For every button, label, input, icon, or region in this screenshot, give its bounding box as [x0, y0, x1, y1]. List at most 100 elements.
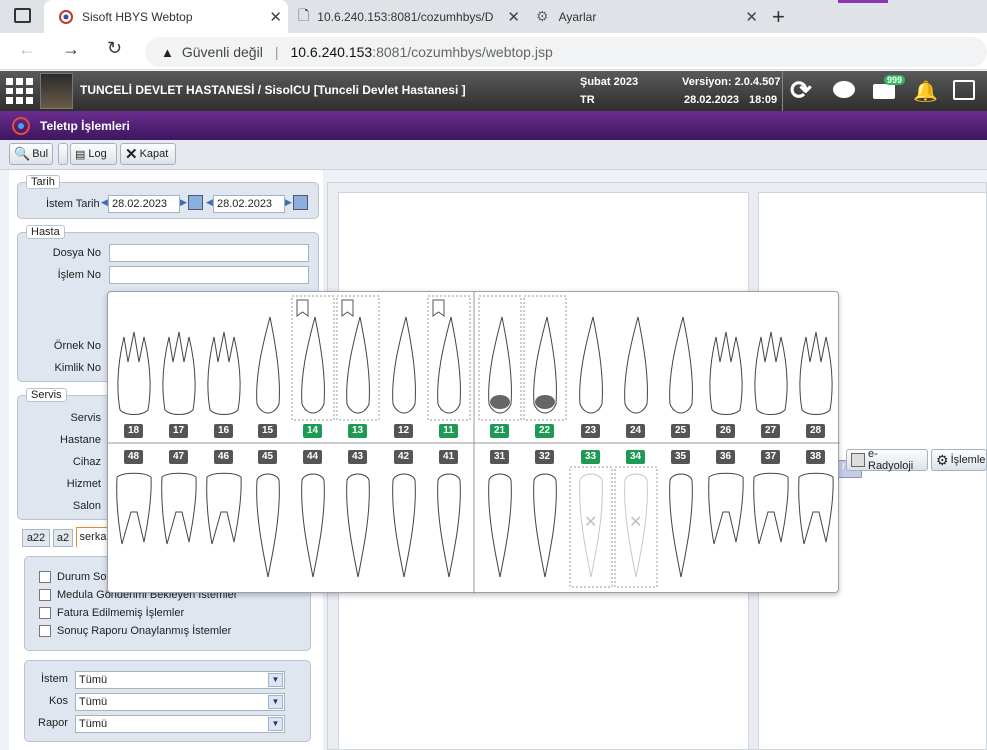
close-button[interactable]: ✕ Kapat	[120, 143, 176, 165]
checkbox[interactable]	[39, 607, 51, 620]
forward-icon[interactable]: →	[62, 39, 80, 60]
tab-a22[interactable]: a22	[22, 529, 50, 547]
browser-tab-settings[interactable]: ⚙ Ayarlar ✕	[528, 0, 764, 33]
tooth-36[interactable]	[708, 472, 744, 545]
tooth-number-24[interactable]: 24	[626, 424, 645, 438]
checkbox[interactable]	[39, 589, 51, 602]
close-icon[interactable]: ✕	[269, 8, 282, 26]
tooth-45[interactable]	[256, 473, 280, 578]
tooth-12[interactable]	[392, 316, 416, 414]
tooth-15[interactable]	[256, 316, 280, 414]
tooth-17[interactable]	[162, 331, 196, 415]
close-icon[interactable]: ✕	[507, 8, 520, 26]
close-icon[interactable]: ✕	[745, 8, 758, 26]
tooth-13[interactable]	[346, 316, 370, 414]
bookmark-add-icon[interactable]	[432, 299, 445, 317]
tooth-number-42[interactable]: 42	[394, 450, 413, 464]
next-date-icon[interactable]: ▶	[285, 197, 292, 208]
reload-icon[interactable]: ↻	[107, 38, 122, 59]
tooth-number-18[interactable]: 18	[124, 424, 143, 438]
tooth-number-16[interactable]: 16	[214, 424, 233, 438]
tooth-16[interactable]	[207, 331, 241, 415]
prev-date-icon[interactable]: ◀	[206, 197, 213, 208]
tooth-number-47[interactable]: 47	[169, 450, 188, 464]
tooth-27[interactable]	[754, 331, 788, 415]
tooth-number-44[interactable]: 44	[303, 450, 322, 464]
tooth-14[interactable]	[301, 316, 325, 414]
end-date-input[interactable]: 28.02.2023	[213, 195, 285, 213]
tooth-43[interactable]	[346, 473, 370, 578]
log-button[interactable]: ▤ Log	[70, 143, 117, 165]
istem-select[interactable]: Tümü ▼	[75, 671, 285, 689]
tab-a2[interactable]: a2	[53, 529, 73, 547]
find-button[interactable]: 🔍 Bul	[9, 143, 53, 165]
url-field[interactable]: ▲ Güvenli değil | 10.6.240.153:8081/cozu…	[145, 37, 987, 67]
tooth-31[interactable]	[488, 473, 512, 578]
tooth-number-41[interactable]: 41	[439, 450, 458, 464]
apps-grid-icon[interactable]	[6, 78, 34, 104]
islem-no-input[interactable]	[109, 266, 309, 284]
tooth-25[interactable]	[669, 316, 693, 414]
tooth-number-35[interactable]: 35	[671, 450, 690, 464]
tooth-number-48[interactable]: 48	[124, 450, 143, 464]
tooth-number-27[interactable]: 27	[761, 424, 780, 438]
back-icon[interactable]: ←	[18, 39, 36, 60]
bookmark-add-icon[interactable]	[341, 299, 354, 317]
calendar-icon[interactable]	[293, 195, 308, 210]
check-sonuc[interactable]: Sonuç Raporu Onaylanmış İstemler	[39, 625, 231, 643]
calendar-icon[interactable]	[188, 195, 203, 210]
tooth-47[interactable]	[161, 472, 197, 545]
tooth-35[interactable]	[669, 473, 693, 578]
tooth-37[interactable]	[753, 472, 789, 545]
avatar[interactable]	[40, 73, 73, 109]
tooth-number-11[interactable]: 11	[439, 424, 458, 438]
new-tab-button[interactable]: +	[772, 4, 785, 30]
tooth-32[interactable]	[533, 473, 557, 578]
start-date-input[interactable]: 28.02.2023	[108, 195, 180, 213]
chevron-down-icon[interactable]: ▼	[268, 695, 283, 709]
tooth-number-21[interactable]: 21	[490, 424, 509, 438]
rapor-select[interactable]: Tümü ▼	[75, 715, 285, 733]
kos-select[interactable]: Tümü ▼	[75, 693, 285, 711]
tooth-46[interactable]	[206, 472, 242, 545]
tooth-number-22[interactable]: 22	[535, 424, 554, 438]
tooth-18[interactable]	[117, 331, 151, 415]
tooth-number-26[interactable]: 26	[716, 424, 735, 438]
tooth-28[interactable]	[799, 331, 833, 415]
tooth-23[interactable]	[579, 316, 603, 414]
browser-tab-hbys[interactable]: Sisoft HBYS Webtop ✕	[44, 0, 288, 33]
tooth-44[interactable]	[301, 473, 325, 578]
tooth-number-34[interactable]: 34	[626, 450, 645, 464]
tooth-42[interactable]	[392, 473, 416, 578]
checkbox[interactable]	[39, 625, 51, 638]
tooth-11[interactable]	[437, 316, 461, 414]
tooth-number-33[interactable]: 33	[581, 450, 600, 464]
mail-icon[interactable]	[873, 84, 895, 99]
check-durum[interactable]: Durum So	[39, 571, 107, 589]
next-date-icon[interactable]: ▶	[180, 197, 187, 208]
prev-date-icon[interactable]: ◀	[101, 197, 108, 208]
tooth-number-25[interactable]: 25	[671, 424, 690, 438]
check-fatura[interactable]: Fatura Edilmemiş İşlemler	[39, 607, 184, 625]
tooth-number-37[interactable]: 37	[761, 450, 780, 464]
tooth-number-36[interactable]: 36	[716, 450, 735, 464]
tooth-41[interactable]	[437, 473, 461, 578]
browser-tab-cozum[interactable]: 🗋 10.6.240.153:8081/cozumhbys/D ✕	[290, 0, 526, 33]
news-icon[interactable]	[953, 80, 975, 100]
tooth-24[interactable]	[624, 316, 648, 414]
tooth-number-38[interactable]: 38	[806, 450, 825, 464]
tooth-number-31[interactable]: 31	[490, 450, 509, 464]
tooth-number-46[interactable]: 46	[214, 450, 233, 464]
tooth-number-32[interactable]: 32	[535, 450, 554, 464]
refresh-icon[interactable]: ⟳	[790, 75, 812, 106]
checkbox[interactable]	[39, 571, 51, 584]
tooth-number-17[interactable]: 17	[169, 424, 188, 438]
tooth-number-45[interactable]: 45	[258, 450, 277, 464]
tooth-number-15[interactable]: 15	[258, 424, 277, 438]
tooth-number-12[interactable]: 12	[394, 424, 413, 438]
tooth-number-43[interactable]: 43	[348, 450, 367, 464]
tooth-number-14[interactable]: 14	[303, 424, 322, 438]
chevron-down-icon[interactable]: ▼	[268, 717, 283, 731]
tooth-26[interactable]	[709, 331, 743, 415]
chevron-down-icon[interactable]: ▼	[268, 673, 283, 687]
